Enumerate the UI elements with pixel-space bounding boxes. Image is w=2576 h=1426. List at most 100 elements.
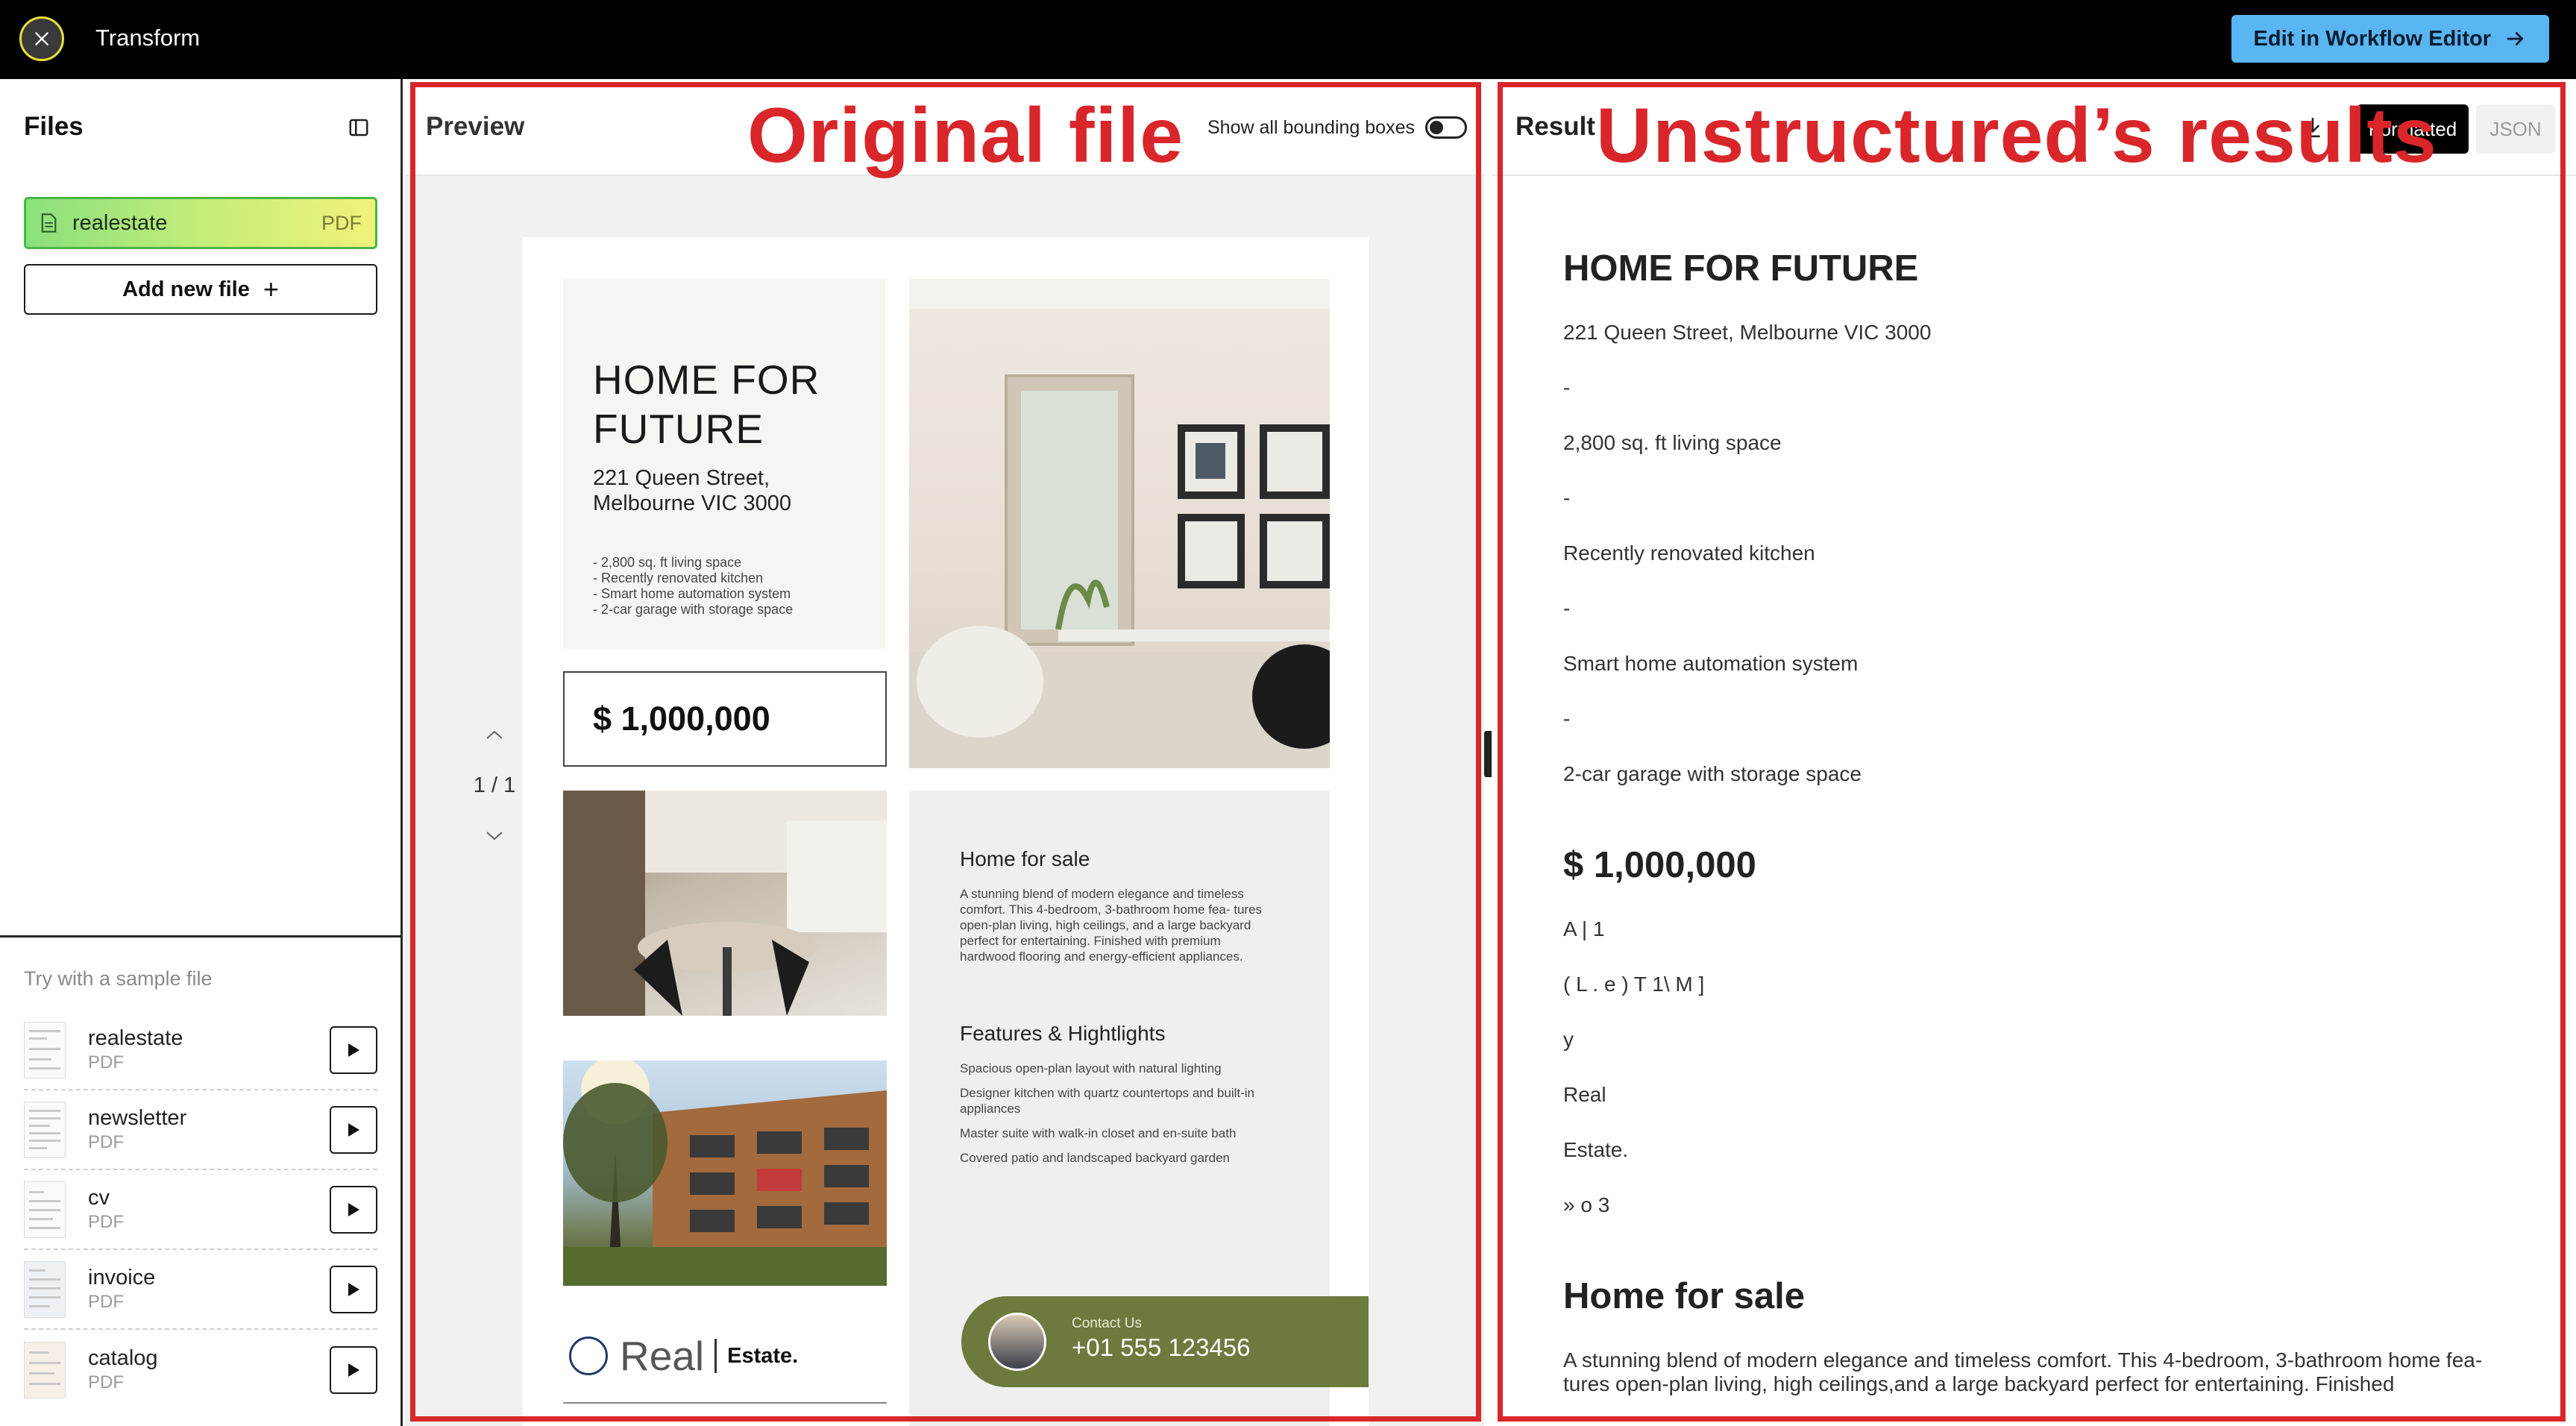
sample-name: catalog [88, 1346, 158, 1370]
document-icon [41, 213, 57, 233]
result-title: Result [1515, 112, 1595, 141]
preview-title: Preview [426, 112, 525, 141]
add-file-label: Add new file [122, 277, 250, 301]
flyer-feature: Master suite with walk-in closet and en-… [960, 1126, 1237, 1140]
contact-label: Contact Us [1072, 1316, 1142, 1331]
play-button[interactable] [330, 1025, 377, 1074]
sample-list: realestate PDF newsletter PDF cv PDF invoic… [24, 1011, 377, 1410]
flyer-heading: HOME FOR FUTURE [593, 355, 820, 453]
flyer-contact-band: Contact Us +01 555 123456 [961, 1296, 1369, 1387]
result-line: 221 Queen Street, Melbourne VIC 3000 [1563, 321, 1932, 344]
building-photo [563, 1061, 887, 1286]
original-file-annotation: Original file [747, 92, 1184, 179]
contact-number: +01 555 123456 [1072, 1334, 1251, 1361]
play-button[interactable] [330, 1345, 377, 1394]
result-spacer [1563, 817, 2495, 844]
chevron-up-icon[interactable] [483, 728, 506, 741]
document-thumbnail [24, 1260, 66, 1318]
active-file-name: realestate [72, 210, 168, 235]
result-price-heading: $ 1,000,000 [1563, 845, 1756, 885]
edit-in-workflow-editor-button[interactable]: Edit in Workflow Editor [2231, 15, 2549, 63]
result-ocr-line: y [1563, 1028, 1574, 1051]
sample-item-newsletter[interactable]: newsletter PDF [24, 1090, 377, 1170]
sample-files-section: Try with a sample file realestate PDF new… [0, 935, 400, 1426]
logo-real: Real [620, 1333, 705, 1379]
flyer-sale-title: Home for sale [960, 847, 1090, 870]
sample-type: PDF [88, 1132, 124, 1152]
result-line: - [1563, 376, 1571, 399]
sample-name: realestate [88, 1026, 183, 1050]
play-icon [348, 1043, 359, 1057]
agent-avatar [988, 1313, 1046, 1371]
flyer-address-line1: 221 Queen Street, [593, 466, 770, 490]
document-thumbnail [24, 1181, 66, 1238]
sample-name: cv [88, 1186, 110, 1210]
flyer-bullets: - 2,800 sq. ft living space - Recently r… [593, 555, 793, 618]
flyer-price-box: $ 1,000,000 [563, 671, 887, 767]
sample-item-realestate[interactable]: realestate PDF [24, 1011, 377, 1090]
flyer-bullet: - 2,800 sq. ft living space [593, 555, 742, 570]
sample-type: PDF [88, 1372, 124, 1392]
sample-section-title: Try with a sample file [24, 967, 213, 990]
bounding-boxes-label: Show all bounding boxes [1207, 117, 1415, 138]
active-file-item[interactable]: realestate PDF [24, 197, 377, 249]
play-icon [348, 1363, 359, 1377]
result-line: Smart home automation system [1563, 652, 1859, 675]
result-ocr-line: A | 1 [1563, 917, 1605, 940]
flyer-features-title: Features & Hightlights [960, 1022, 1166, 1045]
close-button[interactable] [19, 16, 64, 61]
flyer-hero-block: HOME FOR FUTURE 221 Queen Street, Melbou… [563, 279, 885, 649]
play-button[interactable] [330, 1185, 377, 1234]
flyer-feature: Covered patio and landscaped backyard ga… [960, 1151, 1230, 1165]
logo-divider [714, 1339, 717, 1373]
app-title: Transform [95, 25, 201, 51]
result-line: - [1563, 486, 1571, 509]
close-icon [35, 32, 48, 45]
sample-type: PDF [88, 1052, 124, 1072]
files-sidebar: Files realestate PDF Add new file + Try … [0, 79, 403, 1426]
sample-item-cv[interactable]: cv PDF [24, 1170, 377, 1250]
result-spacer [1563, 1248, 2495, 1275]
chevron-down-icon[interactable] [483, 829, 506, 843]
workflow-button-label: Edit in Workflow Editor [2253, 26, 2491, 51]
play-icon [348, 1122, 359, 1137]
result-ocr-line: Estate. [1563, 1138, 1629, 1161]
flyer-address: 221 Queen Street, Melbourne VIC 3000 [593, 465, 791, 516]
sample-name: newsletter [88, 1106, 187, 1130]
result-ocr-line: Real [1563, 1083, 1606, 1106]
sample-type: PDF [88, 1212, 124, 1232]
kitchen-photo [563, 791, 887, 1016]
plus-icon: + [263, 274, 279, 304]
results-annotation: Unstructured’s results [1596, 92, 2437, 179]
sidebar-toggle-icon[interactable] [348, 116, 370, 139]
tab-json[interactable]: JSON [2476, 104, 2555, 154]
files-title: Files [24, 112, 84, 141]
document-page: HOME FOR FUTURE 221 Queen Street, Melbou… [523, 237, 1369, 1426]
document-thumbnail [24, 1101, 66, 1158]
logo-estate: Estate. [727, 1343, 799, 1368]
sample-item-invoice[interactable]: invoice PDF [24, 1250, 377, 1330]
sample-type: PDF [88, 1292, 124, 1312]
sample-item-catalog[interactable]: catalog PDF [24, 1330, 377, 1410]
flyer-bullet: - Recently renovated kitchen [593, 571, 764, 585]
document-thumbnail [24, 1021, 66, 1078]
result-line: - [1563, 707, 1571, 730]
document-thumbnail [24, 1341, 66, 1398]
living-room-photo [909, 279, 1330, 768]
result-line: 2-car garage with storage space [1563, 762, 1862, 785]
add-new-file-button[interactable]: Add new file + [24, 264, 377, 315]
flyer-rule [563, 1402, 887, 1404]
flyer-logo: Real Estate. [569, 1332, 798, 1380]
flyer-feature: Designer kitchen with quartz countertops… [960, 1086, 1254, 1116]
flyer-sale-text: A stunning blend of modern elegance and … [960, 887, 1263, 964]
flyer-heading-line1: HOME FOR [593, 356, 820, 403]
flyer-bullet: - Smart home automation system [593, 586, 791, 601]
flyer-feature: Spacious open-plan layout with natural l… [960, 1061, 1222, 1075]
bounding-boxes-toggle[interactable] [1425, 116, 1467, 139]
play-button[interactable] [330, 1265, 377, 1313]
preview-panel: Preview Show all bounding boxes 1 / 1 HO… [405, 79, 1484, 1426]
play-button[interactable] [330, 1105, 377, 1154]
arrow-right-icon [2507, 32, 2524, 45]
house-logo-icon [569, 1337, 608, 1375]
result-line: 2,800 sq. ft living space [1563, 431, 1782, 454]
